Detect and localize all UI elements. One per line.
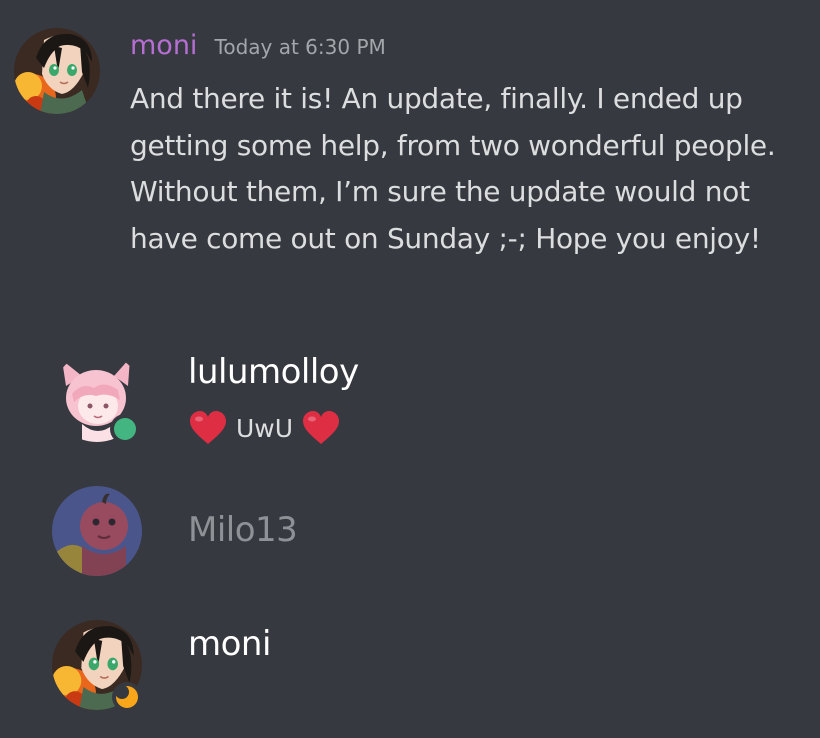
avatar[interactable]	[14, 28, 100, 114]
chat-screen: moni Today at 6:30 PM And there it is! A…	[0, 0, 820, 738]
message-content: And there it is! An update, finally. I e…	[130, 82, 776, 255]
moon-icon	[115, 685, 138, 708]
avatar-image-milo13	[52, 486, 142, 576]
member-name: lulumolloy	[188, 352, 359, 392]
avatar	[52, 486, 142, 576]
custom-status-text: UwU	[236, 413, 294, 443]
message-author[interactable]: moni	[130, 30, 197, 61]
member-name: moni	[188, 624, 271, 664]
heart-icon	[303, 411, 340, 444]
avatar-image-moni	[14, 28, 100, 114]
custom-status: UwU	[188, 410, 341, 446]
status-online-indicator	[110, 414, 140, 444]
status-idle-indicator	[112, 682, 142, 712]
heart-icon	[190, 411, 226, 444]
chat-message: moni Today at 6:30 PM And there it is! A…	[0, 0, 820, 320]
member-item-lulumolloy[interactable]: lulumolloy UwU	[0, 350, 820, 450]
member-name: Milo13	[188, 510, 298, 550]
message-header: moni Today at 6:30 PM	[130, 30, 386, 70]
member-item-milo13[interactable]: Milo13	[0, 486, 820, 578]
member-item-moni[interactable]: moni	[0, 616, 820, 716]
message-timestamp: Today at 6:30 PM	[214, 35, 386, 59]
